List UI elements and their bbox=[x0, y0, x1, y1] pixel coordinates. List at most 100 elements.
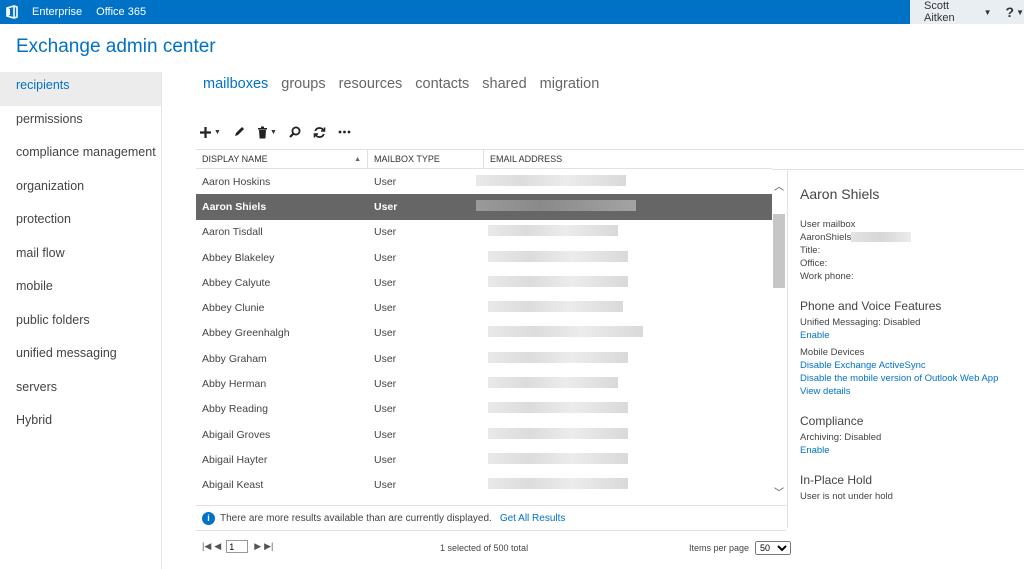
tab-contacts[interactable]: contacts bbox=[415, 76, 469, 92]
redacted-email bbox=[488, 452, 628, 464]
cell-display-name: Aaron Hoskins bbox=[202, 175, 271, 188]
search-icon[interactable] bbox=[289, 126, 301, 138]
user-menu[interactable]: Scott Aitken ▼ ? ▼ bbox=[910, 0, 1024, 24]
details-title: Title: bbox=[800, 245, 821, 256]
scroll-down-icon[interactable]: ﹀ bbox=[772, 484, 786, 499]
table-row[interactable]: Abby Reading User bbox=[196, 397, 772, 422]
table-row[interactable]: Abbey Greenhalgh User bbox=[196, 321, 772, 346]
edit-button[interactable] bbox=[233, 126, 245, 138]
cell-email-redacted bbox=[484, 275, 772, 290]
cell-display-name: Aaron Tisdall bbox=[202, 226, 263, 239]
nav-item-unified-messaging[interactable]: unified messaging bbox=[0, 340, 161, 374]
pencil-icon[interactable] bbox=[233, 126, 245, 138]
cell-email-redacted bbox=[484, 301, 772, 315]
get-all-results-link[interactable]: Get All Results bbox=[500, 513, 566, 524]
table-row[interactable]: Aaron Tisdall User bbox=[196, 220, 772, 245]
cell-email-redacted bbox=[476, 174, 772, 189]
items-per-page: Items per page 50 bbox=[689, 541, 792, 555]
table-row[interactable]: Abigail Keast User bbox=[196, 473, 772, 498]
enable-archiving-link[interactable]: Enable bbox=[800, 444, 1024, 457]
refresh-icon[interactable] bbox=[313, 126, 326, 139]
trash-icon[interactable] bbox=[257, 126, 268, 139]
search-button[interactable] bbox=[289, 126, 301, 138]
scroll-up-icon[interactable]: ︿ bbox=[772, 178, 786, 193]
table-row[interactable]: Abbey Blakeley User bbox=[196, 245, 772, 270]
nav-item-mail-flow[interactable]: mail flow bbox=[0, 240, 161, 274]
column-header-email-address[interactable]: EMAIL ADDRESS bbox=[484, 150, 772, 168]
details-work-phone: Work phone: bbox=[800, 271, 854, 282]
cell-email-redacted bbox=[484, 377, 772, 391]
nav-item-organization[interactable]: organization bbox=[0, 173, 161, 207]
sort-ascending-icon[interactable]: ▲ bbox=[354, 150, 361, 169]
tab-resources[interactable]: resources bbox=[339, 76, 403, 92]
cell-email-redacted bbox=[484, 478, 772, 492]
cell-mailbox-type: User bbox=[374, 428, 397, 441]
left-nav: recipients permissions compliance manage… bbox=[0, 72, 162, 569]
tab-migration[interactable]: migration bbox=[540, 76, 600, 92]
nav-item-hybrid[interactable]: Hybrid bbox=[0, 407, 161, 441]
selection-count: 1 selected of 500 total bbox=[440, 543, 529, 553]
refresh-button[interactable] bbox=[313, 126, 326, 139]
last-page-icon[interactable]: ▶| bbox=[264, 541, 273, 552]
grid-scrollbar[interactable]: ︿ ﹀ bbox=[772, 170, 786, 502]
cell-mailbox-type: User bbox=[374, 251, 397, 264]
enable-um-link[interactable]: Enable bbox=[800, 329, 1024, 342]
more-icon[interactable] bbox=[338, 130, 351, 134]
tab-bar: mailboxes groups resources contacts shar… bbox=[203, 76, 612, 92]
info-icon: i bbox=[202, 511, 215, 525]
enterprise-link[interactable]: Enterprise bbox=[32, 6, 82, 18]
nav-item-public-folders[interactable]: public folders bbox=[0, 307, 161, 341]
details-mailbox-type: User mailbox bbox=[800, 219, 856, 230]
previous-page-icon[interactable]: ◀ bbox=[214, 541, 221, 552]
cell-display-name: Abby Herman bbox=[202, 378, 267, 391]
cell-mailbox-type: User bbox=[374, 352, 397, 365]
column-header-display-name[interactable]: DISPLAY NAME ▲ bbox=[196, 150, 368, 168]
user-name[interactable]: Scott Aitken bbox=[924, 0, 978, 24]
nav-item-protection[interactable]: protection bbox=[0, 206, 161, 240]
next-page-icon[interactable]: ▶ bbox=[254, 541, 261, 552]
scroll-thumb[interactable] bbox=[773, 214, 785, 288]
user-caret-icon[interactable]: ▼ bbox=[984, 8, 992, 17]
table-row[interactable]: Abbey Clunie User bbox=[196, 295, 772, 320]
details-alias-row: AaronShiels bbox=[800, 231, 1024, 244]
add-caret-icon[interactable]: ▼ bbox=[214, 129, 221, 136]
plus-icon[interactable] bbox=[199, 126, 212, 139]
view-details-link[interactable]: View details bbox=[800, 385, 1024, 398]
office365-link[interactable]: Office 365 bbox=[96, 6, 146, 18]
nav-item-mobile[interactable]: mobile bbox=[0, 273, 161, 307]
table-row[interactable]: Abigail Groves User bbox=[196, 422, 772, 447]
tab-shared[interactable]: shared bbox=[482, 76, 526, 92]
column-header-mailbox-type[interactable]: MAILBOX TYPE bbox=[368, 150, 484, 168]
table-row[interactable]: Abby Graham User bbox=[196, 346, 772, 371]
tab-mailboxes[interactable]: mailboxes bbox=[203, 76, 268, 92]
add-button[interactable]: ▼ bbox=[199, 126, 221, 139]
more-button[interactable] bbox=[338, 130, 351, 134]
delete-caret-icon[interactable]: ▼ bbox=[270, 129, 277, 136]
cell-mailbox-type: User bbox=[374, 302, 397, 315]
table-row[interactable]: Abigail Hayter User bbox=[196, 447, 772, 472]
nav-item-compliance-management[interactable]: compliance management bbox=[0, 139, 161, 173]
disable-activesync-link[interactable]: Disable Exchange ActiveSync bbox=[800, 359, 1024, 372]
table-row[interactable]: Abbey Calyute User bbox=[196, 270, 772, 295]
column-header-label: EMAIL ADDRESS bbox=[490, 154, 563, 164]
cell-display-name: Abbey Calyute bbox=[202, 276, 271, 289]
items-per-page-select[interactable]: 50 bbox=[755, 541, 792, 555]
table-row[interactable]: Aaron Shiels User bbox=[196, 194, 772, 220]
details-office: Office: bbox=[800, 258, 828, 269]
page-number-input[interactable] bbox=[226, 540, 249, 553]
help-icon[interactable]: ? bbox=[1006, 4, 1015, 20]
tab-groups[interactable]: groups bbox=[281, 76, 325, 92]
disable-owa-mobile-link[interactable]: Disable the mobile version of Outlook We… bbox=[800, 372, 1024, 385]
redacted-email bbox=[488, 225, 618, 237]
cell-mailbox-type: User bbox=[374, 479, 397, 492]
help-caret-icon[interactable]: ▼ bbox=[1016, 8, 1024, 17]
delete-button[interactable]: ▼ bbox=[257, 126, 277, 139]
nav-item-recipients[interactable]: recipients bbox=[0, 72, 161, 106]
nav-item-servers[interactable]: servers bbox=[0, 374, 161, 408]
table-row[interactable]: Abby Herman User bbox=[196, 371, 772, 396]
nav-item-permissions[interactable]: permissions bbox=[0, 106, 161, 140]
more-results-message: There are more results available than ar… bbox=[220, 512, 492, 524]
table-row[interactable]: Aaron Hoskins User bbox=[196, 169, 772, 194]
first-page-icon[interactable]: |◀ bbox=[202, 541, 211, 552]
office-logo-icon[interactable] bbox=[0, 0, 24, 24]
